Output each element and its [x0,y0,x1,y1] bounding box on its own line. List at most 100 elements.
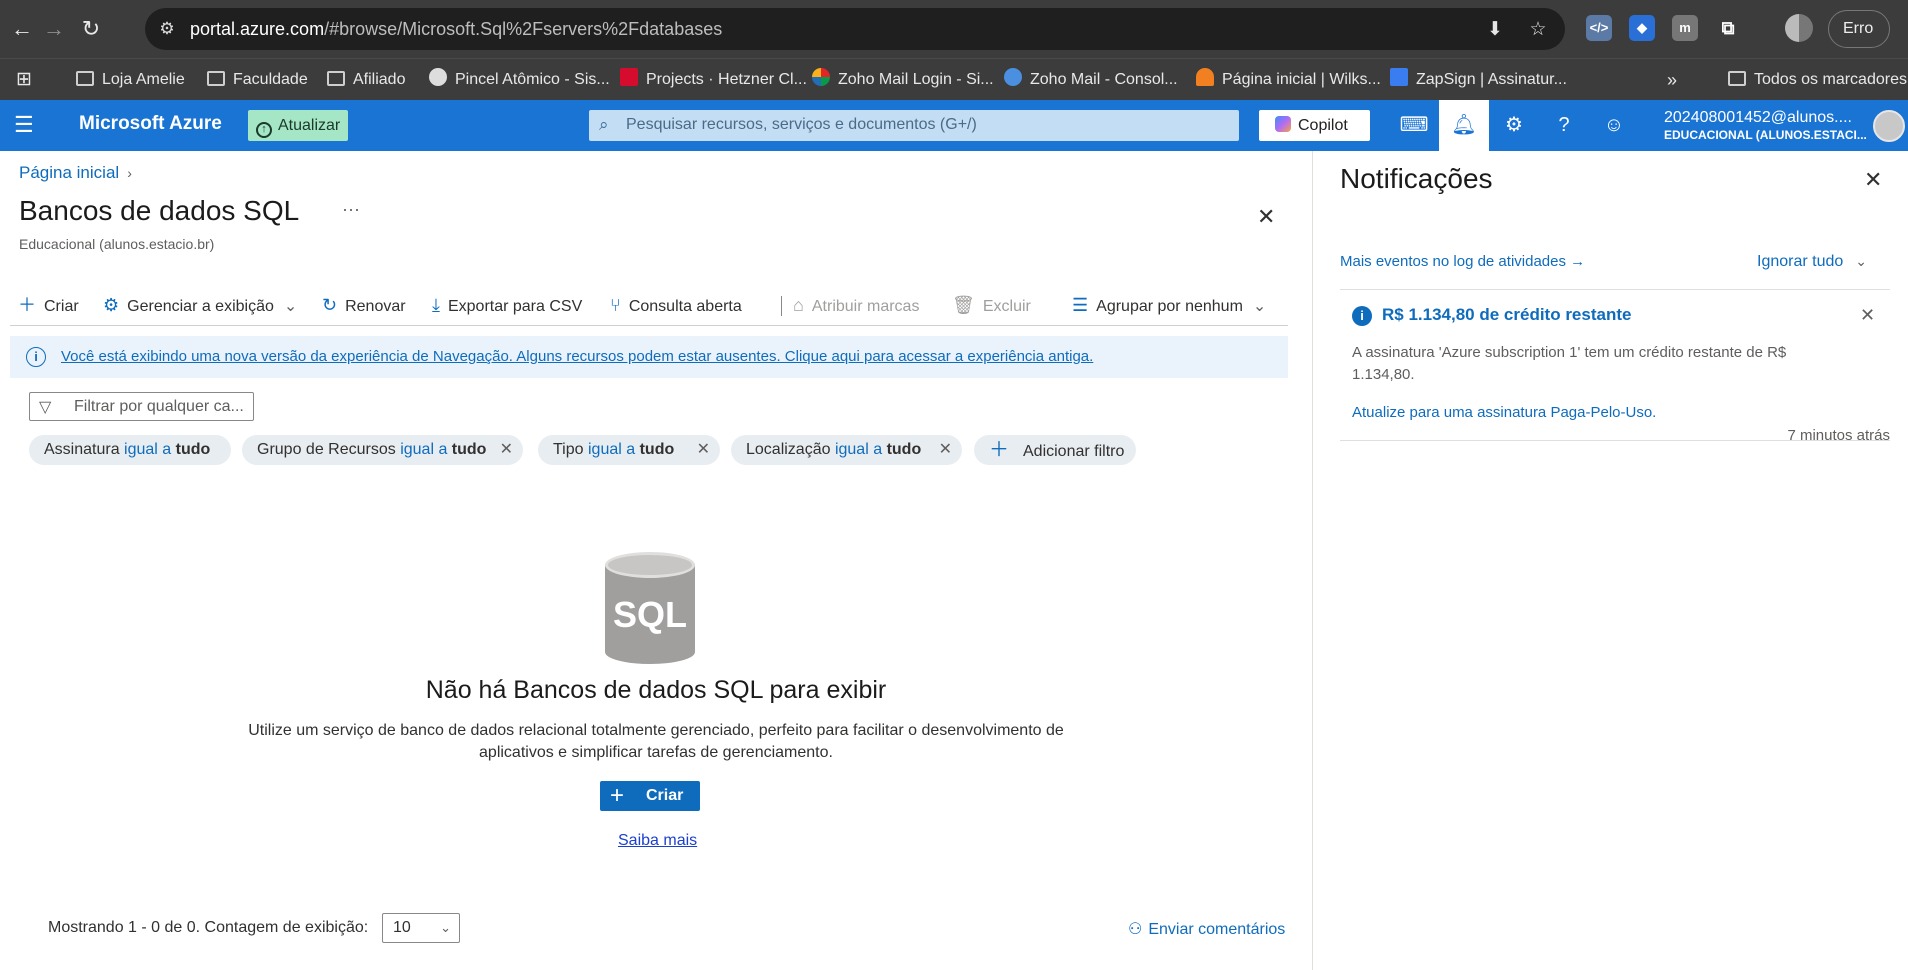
bookmark-star-icon[interactable]: ☆ [1525,17,1551,43]
copilot-button[interactable]: Copilot [1259,110,1370,141]
menu-icon[interactable]: ☰ [14,114,36,136]
filter-funnel-icon: ▽ [39,399,52,416]
profile-avatar[interactable] [1785,14,1813,42]
address-bar[interactable]: ⚙ portal.azure.com/#browse/Microsoft.Sql… [145,8,1565,50]
zoho-icon [812,68,830,86]
url-text[interactable]: portal.azure.com/#browse/Microsoft.Sql%2… [190,19,722,40]
forward-icon[interactable]: → [37,12,71,46]
search-icon: ⌕ [599,115,609,134]
delete-command[interactable]: 🗑︎ Excluir [952,290,1031,320]
bookmark-zoho-login[interactable]: Zoho Mail Login - Si... [812,59,994,101]
bookmarks-bar: ⊞ Loja Amelie Faculdade Afiliado Pincel … [0,58,1908,100]
settings-gear-icon[interactable]: ⚙ [1489,100,1539,151]
notification-item[interactable]: i R$ 1.134,80 de crédito restante ✕ A as… [1340,289,1890,444]
remove-filter-icon[interactable]: ✕ [500,435,513,465]
notifications-title: Notificações [1340,163,1493,194]
bookmarks-overflow-icon[interactable]: » [1667,59,1677,101]
download-icon: ⤓ [432,295,440,315]
empty-state-title: Não há Bancos de dados SQL para exibir [425,676,887,704]
help-icon[interactable]: ? [1539,100,1589,151]
install-app-icon[interactable]: ⬇ [1482,17,1508,43]
pagination-summary: Mostrando 1 - 0 de 0. Contagem de exibiç… [48,919,369,936]
toolbar-divider [781,296,782,316]
hetzner-icon [620,68,638,86]
browser-toolbar: ← → ↻ ⚙ portal.azure.com/#browse/Microso… [0,0,1908,58]
feedback-icon[interactable]: ☺ [1589,100,1639,151]
bookmark-faculdade[interactable]: Faculdade [207,59,308,101]
error-button[interactable]: Erro [1828,10,1890,48]
globe-icon [429,68,447,86]
empty-state-description: Utilize um serviço de banco de dados rel… [248,722,1064,761]
gear-icon: ⚙ [103,295,120,315]
close-icon[interactable]: ✕ [1257,204,1275,230]
notification-title[interactable]: R$ 1.134,80 de crédito restante [1382,305,1631,325]
extension-tag-icon[interactable]: ◆ [1629,15,1655,41]
cloud-shell-icon[interactable]: ⌨ [1389,100,1439,151]
trash-icon: 🗑︎ [952,295,975,315]
account-info[interactable]: 202408001452@alunos.... EDUCACIONAL (ALU… [1664,109,1867,142]
old-experience-link[interactable]: Você está exibindo uma nova versão da ex… [61,348,1093,365]
all-bookmarks[interactable]: Todos os marcadores [1728,59,1907,101]
site-info-icon[interactable]: ⚙ [155,17,179,41]
notifications-panel: Notificações ✕ Mais eventos no log de at… [1312,151,1908,970]
extension-devtools-icon[interactable]: </> [1586,15,1612,41]
remove-filter-icon[interactable]: ✕ [939,435,952,465]
filter-pill-type[interactable]: Tipo igual a tudo ✕ [538,435,720,465]
user-avatar[interactable] [1873,110,1905,142]
bookmark-wilks[interactable]: Página inicial | Wilks... [1196,59,1381,101]
azure-brand[interactable]: Microsoft Azure [79,113,222,135]
bookmark-pincel-atomico[interactable]: Pincel Atômico - Sis... [429,59,610,101]
dismiss-all-button[interactable]: Ignorar tudo ⌄ [1757,253,1867,271]
filter-pill-resource-group[interactable]: Grupo de Recursos igual a tudo ✕ [242,435,523,465]
filter-input[interactable]: ▽ Filtrar por qualquer ca... [29,392,254,421]
bookmark-afiliado[interactable]: Afiliado [327,59,405,101]
bookmark-zapsign[interactable]: ZapSign | Assinatur... [1390,59,1567,101]
apps-grid-icon[interactable]: ⊞ [16,59,32,101]
query-icon: ⑂ [610,295,621,315]
global-search-input[interactable]: ⌕ Pesquisar recursos, serviços e documen… [589,110,1239,141]
zoho-mail-icon [1004,68,1022,86]
more-options-icon[interactable]: ··· [342,199,360,220]
notifications-bell-icon[interactable]: 🔔︎ [1439,100,1489,151]
remove-filter-icon[interactable]: ✕ [697,435,710,465]
plus-icon: ＋ [18,295,36,315]
create-button[interactable]: + Criar [600,781,700,811]
activity-log-link[interactable]: Mais eventos no log de atividades → [1340,253,1585,270]
manage-view-command[interactable]: ⚙ Gerenciar a exibição ⌄ [103,290,297,320]
plus-icon: + [610,782,625,809]
folder-icon [76,71,94,86]
notification-time: 7 minutos atrás [1787,427,1890,444]
add-filter-button[interactable]: ＋ Adicionar filtro [974,435,1136,465]
extension-m-icon[interactable]: m [1672,15,1698,41]
group-by-command[interactable]: ☰ Agrupar por nenhum ⌄ [1072,290,1266,320]
filter-pill-location[interactable]: Localização igual a tudo ✕ [731,435,962,465]
learn-more-link[interactable]: Saiba mais [618,832,697,850]
bookmark-zoho-console[interactable]: Zoho Mail - Consol... [1004,59,1178,101]
page-subtitle: Educacional (alunos.estacio.br) [19,236,215,252]
extensions-puzzle-icon[interactable]: ⧉ [1715,15,1741,41]
breadcrumb[interactable]: Página inicial › [19,163,132,183]
send-feedback-link[interactable]: ⚇ Enviar comentários [1128,919,1285,939]
folder-icon [207,71,225,86]
notification-message: A assinatura 'Azure subscription 1' tem … [1352,344,1787,383]
reload-icon[interactable]: ↻ [74,12,108,46]
create-command[interactable]: ＋ Criar [18,290,79,320]
export-csv-command[interactable]: ⤓ Exportar para CSV [432,290,582,320]
cloudflare-icon [1196,68,1214,86]
upgrade-subscription-link[interactable]: Atualize para uma assinatura Paga-Pelo-U… [1352,404,1656,421]
refresh-command[interactable]: ↻ Renovar [322,290,406,320]
list-icon: ☰ [1072,295,1089,315]
update-button[interactable]: ↑ Atualizar [248,110,349,141]
info-icon: i [26,347,46,367]
filter-pill-subscription[interactable]: Assinatura igual a tudo [29,435,231,465]
bookmark-loja-amelie[interactable]: Loja Amelie [76,59,185,101]
open-query-command[interactable]: ⑂ Consulta aberta [610,290,742,320]
assign-tags-command[interactable]: ⌂ Atribuir marcas [793,290,919,320]
page-size-select[interactable]: 10 ⌄ [382,913,460,943]
close-icon[interactable]: ✕ [1864,167,1882,193]
dismiss-notification-icon[interactable]: ✕ [1860,305,1875,326]
refresh-icon: ↻ [322,295,338,315]
bookmark-hetzner[interactable]: Projects · Hetzner Cl... [620,59,807,101]
info-banner: i Você está exibindo uma nova versão da … [10,336,1288,378]
back-icon[interactable]: ← [5,12,39,46]
